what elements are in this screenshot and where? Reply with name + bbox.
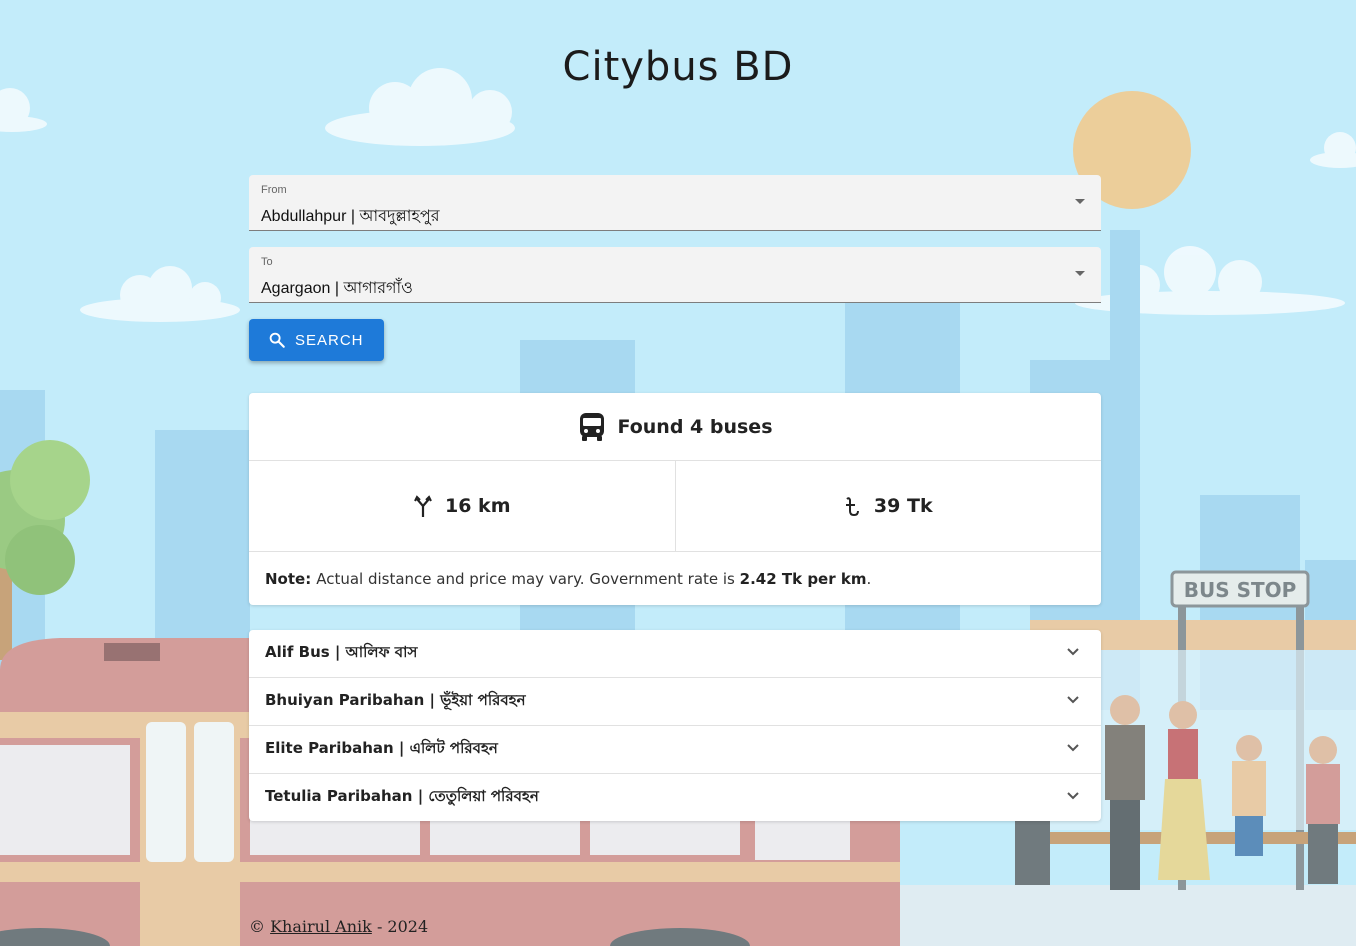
footer: © Khairul Anik - 2024 [249, 917, 428, 936]
to-label: To [261, 256, 273, 268]
found-buses-text: Found 4 buses [617, 415, 773, 438]
bus-item[interactable]: Elite Paribahan | এলিট পরিবহন [249, 726, 1101, 774]
search-icon [269, 332, 285, 348]
taka-icon [845, 497, 859, 517]
from-select[interactable]: From Abdullahpur | আবদুল্লাহপুর [249, 175, 1101, 231]
from-value: Abdullahpur | আবদুল্লাহপুর [261, 208, 440, 225]
chevron-down-icon [1067, 792, 1079, 800]
note-text: Actual distance and price may vary. Gove… [316, 569, 735, 588]
chevron-down-icon [1067, 648, 1079, 656]
stats-row: 16 km 39 Tk [249, 461, 1101, 552]
bus-icon [579, 412, 604, 441]
from-label: From [261, 184, 287, 196]
results-header: Found 4 buses [249, 393, 1101, 461]
footer-year: - 2024 [376, 917, 429, 936]
note-end: . [866, 569, 872, 588]
note: Note: Actual distance and price may vary… [249, 552, 1101, 605]
search-button-label: SEARCH [295, 331, 364, 349]
note-rate: 2.42 Tk per km [739, 569, 867, 588]
route-fork-icon [414, 495, 432, 517]
bus-item[interactable]: Alif Bus | আলিফ বাস [249, 630, 1101, 678]
to-value: Agargaon | আগারগাঁও [261, 280, 413, 297]
caret-down-icon [1075, 199, 1085, 204]
to-select[interactable]: To Agargaon | আগারগাঁও [249, 247, 1101, 303]
search-button[interactable]: SEARCH [249, 319, 384, 361]
bus-name: Tetulia Paribahan | তেতুলিয়া পরিবহন [265, 787, 539, 805]
bus-list: Alif Bus | আলিফ বাস Bhuiyan Paribahan | … [249, 630, 1101, 821]
chevron-down-icon [1067, 696, 1079, 704]
distance-value: 16 km [445, 495, 511, 517]
distance-stat: 16 km [249, 461, 675, 551]
bus-item[interactable]: Tetulia Paribahan | তেতুলিয়া পরিবহন [249, 774, 1101, 821]
author-link[interactable]: Khairul Anik [270, 917, 372, 936]
bus-name: Alif Bus | আলিফ বাস [265, 643, 418, 661]
results-card: Found 4 buses 16 km 39 Tk Note: Actual d… [249, 393, 1101, 605]
bus-item[interactable]: Bhuiyan Paribahan | ভূঁইয়া পরিবহন [249, 678, 1101, 726]
bus-name: Bhuiyan Paribahan | ভূঁইয়া পরিবহন [265, 691, 526, 709]
price-stat: 39 Tk [674, 461, 1102, 551]
note-prefix: Note: [265, 569, 312, 588]
page-title: Citybus BD [562, 44, 794, 90]
price-value: 39 Tk [873, 495, 933, 517]
copyright-symbol: © [249, 917, 265, 936]
chevron-down-icon [1067, 744, 1079, 752]
bus-name: Elite Paribahan | এলিট পরিবহন [265, 739, 498, 757]
caret-down-icon [1075, 271, 1085, 276]
